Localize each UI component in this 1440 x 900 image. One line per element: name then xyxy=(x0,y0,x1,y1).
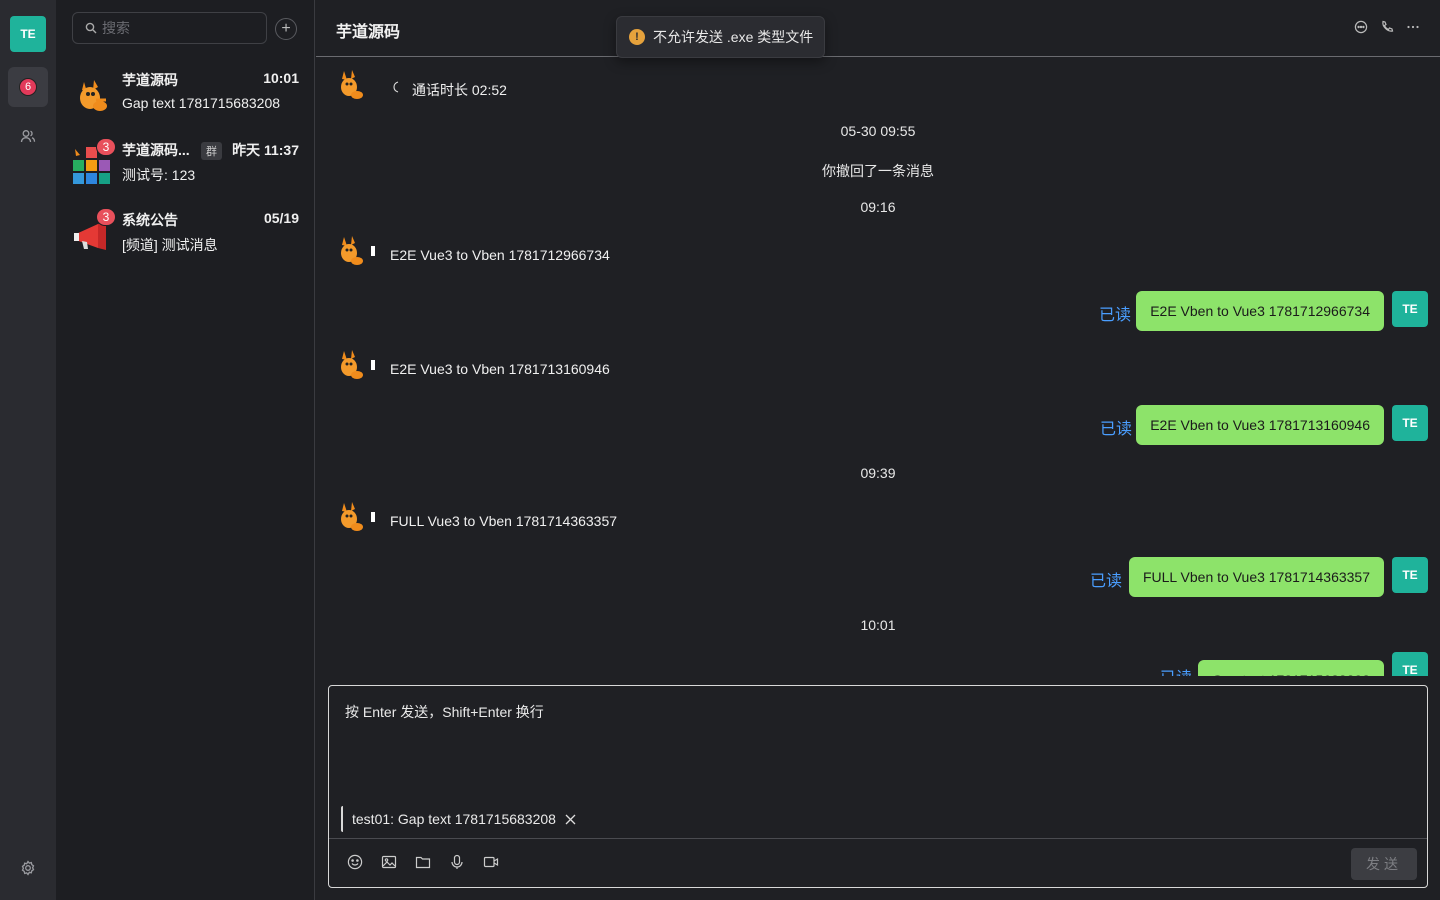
call-icon xyxy=(393,81,399,93)
message-self: 已读 FULL Vben to Vue3 1781714363357 TE xyxy=(1058,557,1428,599)
time-separator: 10:01 xyxy=(860,617,896,633)
message-bubble[interactable]: E2E Vben to Vue3 1781713160946 xyxy=(1136,405,1384,445)
bot-avatar-icon xyxy=(341,502,363,531)
composer-toolbar xyxy=(347,854,499,870)
message-peer: E2E Vue3 to Vben 1781712966734 xyxy=(336,235,1036,275)
warning-icon: ! xyxy=(629,29,645,45)
message-composer: test01: Gap text 1781715683208 发送 xyxy=(328,685,1428,888)
self-avatar[interactable]: TE xyxy=(1392,291,1428,327)
user-avatar[interactable]: TE xyxy=(10,16,46,52)
unread-badge: 3 xyxy=(96,138,116,156)
conversation-time: 05/19 xyxy=(263,210,299,226)
bot-avatar-icon xyxy=(80,80,107,111)
recall-notice: 你撤回了一条消息 xyxy=(822,163,934,179)
message-input[interactable] xyxy=(345,702,1405,792)
group-tag: 群 xyxy=(201,142,222,160)
settings-icon[interactable] xyxy=(20,860,36,876)
message-self: 已读 Gap text 1781715683208 TE xyxy=(1128,652,1428,676)
conversation-preview: [频道] 测试消息 xyxy=(122,237,218,253)
image-icon[interactable] xyxy=(381,854,397,870)
announcement-avatar: 3 xyxy=(72,208,116,256)
conversation-name: 芋道源码... xyxy=(122,142,190,158)
folder-icon[interactable] xyxy=(415,854,431,870)
toast-message: 不允许发送 .exe 类型文件 xyxy=(653,29,814,45)
unread-badge: 6 xyxy=(19,78,37,96)
message-self: 已读 E2E Vben to Vue3 1781713160946 TE xyxy=(1068,405,1428,447)
sender-marker xyxy=(371,512,375,522)
emoji-icon[interactable] xyxy=(347,854,363,870)
sender-marker xyxy=(371,360,375,370)
conversation-item[interactable]: 芋道源码 10:01 Gap text 1781715683208 xyxy=(56,70,315,134)
sender-marker xyxy=(371,246,375,256)
message-bubble[interactable]: FULL Vben to Vue3 1781714363357 xyxy=(1128,557,1384,597)
message-self: 已读 E2E Vben to Vue3 1781712966734 TE xyxy=(1068,291,1428,333)
add-button[interactable]: + xyxy=(275,18,297,40)
unread-badge: 3 xyxy=(96,208,116,226)
warning-toast: ! 不允许发送 .exe 类型文件 xyxy=(616,16,825,58)
conversation-preview: Gap text 1781715683208 xyxy=(122,95,281,111)
close-icon[interactable] xyxy=(565,814,576,825)
microphone-icon[interactable] xyxy=(449,854,465,870)
bot-avatar-icon xyxy=(341,350,363,379)
self-avatar[interactable]: TE xyxy=(1392,405,1428,441)
chat-header: 芋道源码 xyxy=(316,0,1440,57)
phone-icon[interactable] xyxy=(1380,20,1394,34)
group-avatar: 3 xyxy=(72,138,116,186)
conversation-list: + 芋道源码 10:01 Gap text 1781715683208 xyxy=(56,0,315,900)
reply-quote: test01: Gap text 1781715683208 xyxy=(341,806,576,832)
chat-tab[interactable]: 6 xyxy=(8,67,48,107)
conversation-name: 系统公告 xyxy=(122,212,178,228)
message-bubble[interactable]: Gap text 1781715683208 xyxy=(1197,660,1384,676)
message-peer: FULL Vue3 to Vben 1781714363357 xyxy=(336,501,1036,541)
time-separator: 09:16 xyxy=(860,199,896,215)
message-text[interactable]: FULL Vue3 to Vben 1781714363357 xyxy=(390,513,617,529)
chat-title: 芋道源码 xyxy=(336,24,401,41)
send-button[interactable]: 发送 xyxy=(1351,848,1417,880)
read-status: 已读 xyxy=(1089,573,1122,590)
message-text[interactable]: E2E Vue3 to Vben 1781712966734 xyxy=(390,247,610,263)
message-text[interactable]: E2E Vue3 to Vben 1781713160946 xyxy=(390,361,610,377)
chat-bubble-icon[interactable] xyxy=(1354,20,1368,34)
message-list[interactable]: 通话时长 02:52 05-30 09:55 你撤回了一条消息 09:16 E2… xyxy=(316,57,1440,676)
call-duration: 通话时长 02:52 xyxy=(412,82,507,98)
search-input[interactable] xyxy=(102,20,252,36)
contacts-icon[interactable] xyxy=(20,128,36,144)
conversation-time: 昨天 11:37 xyxy=(232,142,299,158)
self-avatar[interactable]: TE xyxy=(1392,652,1428,676)
conversation-preview: 测试号: 123 xyxy=(122,167,196,183)
bot-avatar-icon xyxy=(341,236,363,265)
bot-avatar-icon xyxy=(341,70,363,99)
read-status: 已读 xyxy=(1099,421,1132,438)
time-separator: 05-30 09:55 xyxy=(840,123,916,139)
message-peer: 通话时长 02:52 xyxy=(336,69,1036,109)
read-status: 已读 xyxy=(1160,664,1192,676)
conversation-item[interactable]: 3 系统公告 05/19 [频道] 测试消息 xyxy=(56,208,315,274)
message-peer: E2E Vue3 to Vben 1781713160946 xyxy=(336,349,1036,389)
quote-text: test01: Gap text 1781715683208 xyxy=(352,811,556,827)
divider xyxy=(329,838,1427,839)
conversation-name: 芋道源码 xyxy=(122,72,178,88)
time-separator: 09:39 xyxy=(860,465,896,481)
message-bubble[interactable]: E2E Vben to Vue3 1781712966734 xyxy=(1136,291,1384,331)
conversation-time: 10:01 xyxy=(263,70,299,86)
video-icon[interactable] xyxy=(483,854,499,870)
self-avatar[interactable]: TE xyxy=(1392,557,1428,593)
read-status: 已读 xyxy=(1098,307,1131,324)
nav-rail: TE 6 xyxy=(0,0,56,900)
conversation-item[interactable]: 3 芋道源码... 群 昨天 11:37 测试号: 123 xyxy=(56,138,315,204)
search-icon xyxy=(85,22,97,34)
chat-panel: 芋道源码 通话时长 02:52 05-30 09:55 你撤回了一条消息 09:… xyxy=(316,0,1440,900)
more-icon[interactable] xyxy=(1406,20,1420,34)
search-box[interactable] xyxy=(72,12,267,44)
